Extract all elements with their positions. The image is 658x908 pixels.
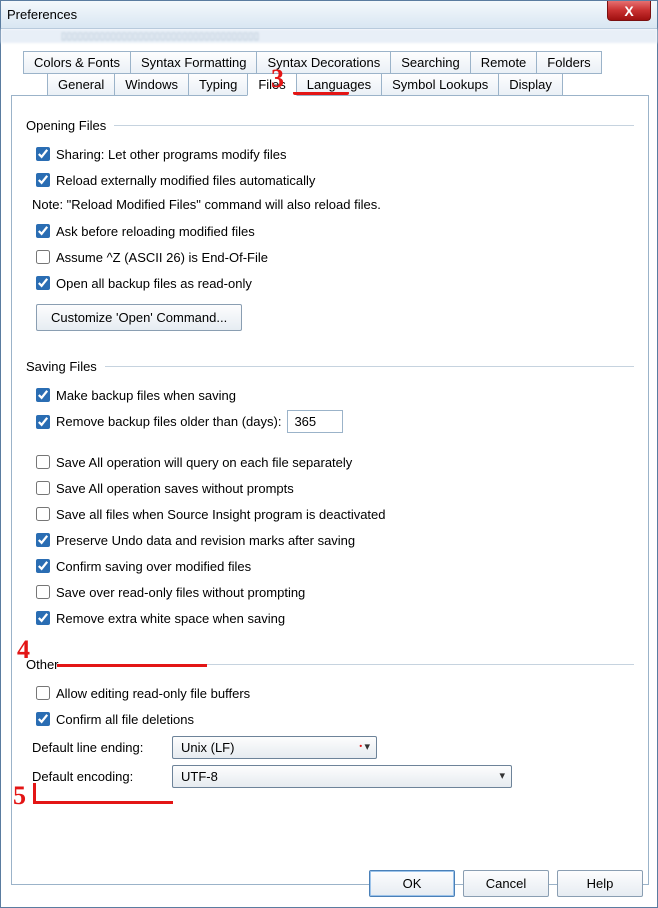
row-line-ending: Default line ending: Unix (LF) [32, 736, 634, 759]
row-confirm-del: Confirm all file deletions [32, 708, 634, 730]
checkbox-preserve-undo[interactable] [36, 533, 50, 547]
row-open-backup-ro: Open all backup files as read-only [32, 272, 634, 294]
row-confirm-over: Confirm saving over modified files [32, 555, 634, 577]
row-sharing: Sharing: Let other programs modify files [32, 143, 634, 165]
label-preserve-undo: Preserve Undo data and revision marks af… [56, 533, 355, 548]
label-reload-auto: Reload externally modified files automat… [56, 173, 315, 188]
label-confirm-over: Confirm saving over modified files [56, 559, 251, 574]
checkbox-confirm-over[interactable] [36, 559, 50, 573]
titlebar: Preferences X [1, 1, 657, 29]
tab-display[interactable]: Display [498, 73, 563, 96]
label-saveall-noprompt: Save All operation saves without prompts [56, 481, 294, 496]
checkbox-ask-reload[interactable] [36, 224, 50, 238]
label-allow-edit-ro: Allow editing read-only file buffers [56, 686, 250, 701]
label-encoding: Default encoding: [32, 769, 172, 784]
label-line-ending: Default line ending: [32, 740, 172, 755]
row-reload-auto: Reload externally modified files automat… [32, 169, 634, 191]
row-make-backup: Make backup files when saving [32, 384, 634, 406]
section-title: Opening Files [26, 118, 106, 133]
label-assume-eof: Assume ^Z (ASCII 26) is End-Of-File [56, 250, 268, 265]
label-remove-old: Remove backup files older than (days): [56, 414, 281, 429]
section-saving-files: Saving Files [26, 359, 634, 374]
close-button[interactable]: X [607, 1, 651, 21]
row-saveall-query: Save All operation will query on each fi… [32, 451, 634, 473]
background-tabstrip: ▯▯▯▯▯▯▯▯▯▯▯▯▯▯▯▯▯▯▯▯▯▯▯▯▯▯▯▯▯▯▯▯▯▯▯▯ [1, 29, 657, 43]
tab-languages[interactable]: Languages [296, 73, 382, 96]
section-other: Other [26, 657, 634, 672]
tab-row-1: Colors & Fonts Syntax Formatting Syntax … [23, 51, 649, 74]
section-title: Other [26, 657, 59, 672]
divider [105, 366, 634, 367]
label-save-over-ro: Save over read-only files without prompt… [56, 585, 305, 600]
checkbox-saveall-query[interactable] [36, 455, 50, 469]
tab-symbol-lookups[interactable]: Symbol Lookups [381, 73, 499, 96]
tab-syntax-formatting[interactable]: Syntax Formatting [130, 51, 258, 74]
tab-searching[interactable]: Searching [390, 51, 471, 74]
row-assume-eof: Assume ^Z (ASCII 26) is End-Of-File [32, 246, 634, 268]
section-title: Saving Files [26, 359, 97, 374]
row-saveall-noprompt: Save All operation saves without prompts [32, 477, 634, 499]
tab-remote[interactable]: Remote [470, 51, 538, 74]
checkbox-remove-ws[interactable] [36, 611, 50, 625]
label-make-backup: Make backup files when saving [56, 388, 236, 403]
row-encoding: Default encoding: UTF-8 [32, 765, 634, 788]
checkbox-open-backup-ro[interactable] [36, 276, 50, 290]
tab-row-2: General Windows Typing Files Languages S… [47, 73, 649, 96]
checkbox-remove-old[interactable] [36, 415, 50, 429]
preferences-window: Preferences X ▯▯▯▯▯▯▯▯▯▯▯▯▯▯▯▯▯▯▯▯▯▯▯▯▯▯… [0, 0, 658, 908]
row-ask-reload: Ask before reloading modified files [32, 220, 634, 242]
row-customize-open: Customize 'Open' Command... [36, 304, 634, 331]
row-save-over-ro: Save over read-only files without prompt… [32, 581, 634, 603]
window-title: Preferences [7, 7, 77, 22]
row-allow-edit-ro: Allow editing read-only file buffers [32, 682, 634, 704]
label-remove-ws: Remove extra white space when saving [56, 611, 285, 626]
help-button[interactable]: Help [557, 870, 643, 897]
note-reload: Note: "Reload Modified Files" command wi… [32, 197, 634, 212]
row-remove-old: Remove backup files older than (days): [32, 410, 634, 433]
label-ask-reload: Ask before reloading modified files [56, 224, 255, 239]
select-encoding[interactable]: UTF-8 [172, 765, 512, 788]
label-open-backup-ro: Open all backup files as read-only [56, 276, 252, 291]
files-panel: Opening Files Sharing: Let other program… [11, 95, 649, 885]
checkbox-saveall-noprompt[interactable] [36, 481, 50, 495]
close-icon: X [624, 3, 633, 19]
tab-colors-fonts[interactable]: Colors & Fonts [23, 51, 131, 74]
checkbox-allow-edit-ro[interactable] [36, 686, 50, 700]
section-opening-files: Opening Files [26, 118, 634, 133]
tab-folders[interactable]: Folders [536, 51, 601, 74]
row-preserve-undo: Preserve Undo data and revision marks af… [32, 529, 634, 551]
checkbox-reload-auto[interactable] [36, 173, 50, 187]
cancel-button[interactable]: Cancel [463, 870, 549, 897]
checkbox-sharing[interactable] [36, 147, 50, 161]
divider [67, 664, 634, 665]
row-save-on-deact: Save all files when Source Insight progr… [32, 503, 634, 525]
tab-typing[interactable]: Typing [188, 73, 248, 96]
divider [114, 125, 634, 126]
label-sharing: Sharing: Let other programs modify files [56, 147, 287, 162]
customize-open-button[interactable]: Customize 'Open' Command... [36, 304, 242, 331]
checkbox-assume-eof[interactable] [36, 250, 50, 264]
tab-windows[interactable]: Windows [114, 73, 189, 96]
tab-files[interactable]: Files [247, 73, 296, 96]
label-saveall-query: Save All operation will query on each fi… [56, 455, 352, 470]
ok-button[interactable]: OK [369, 870, 455, 897]
select-line-ending[interactable]: Unix (LF) [172, 736, 377, 759]
checkbox-save-on-deact[interactable] [36, 507, 50, 521]
tab-syntax-decorations[interactable]: Syntax Decorations [256, 51, 391, 74]
label-confirm-del: Confirm all file deletions [56, 712, 194, 727]
tab-general[interactable]: General [47, 73, 115, 96]
checkbox-make-backup[interactable] [36, 388, 50, 402]
input-backup-days[interactable] [287, 410, 343, 433]
dialog-button-bar: OK Cancel Help [369, 870, 643, 897]
row-remove-ws: Remove extra white space when saving [32, 607, 634, 629]
checkbox-confirm-del[interactable] [36, 712, 50, 726]
dialog-body: Colors & Fonts Syntax Formatting Syntax … [1, 43, 657, 893]
checkbox-save-over-ro[interactable] [36, 585, 50, 599]
label-save-on-deact: Save all files when Source Insight progr… [56, 507, 386, 522]
